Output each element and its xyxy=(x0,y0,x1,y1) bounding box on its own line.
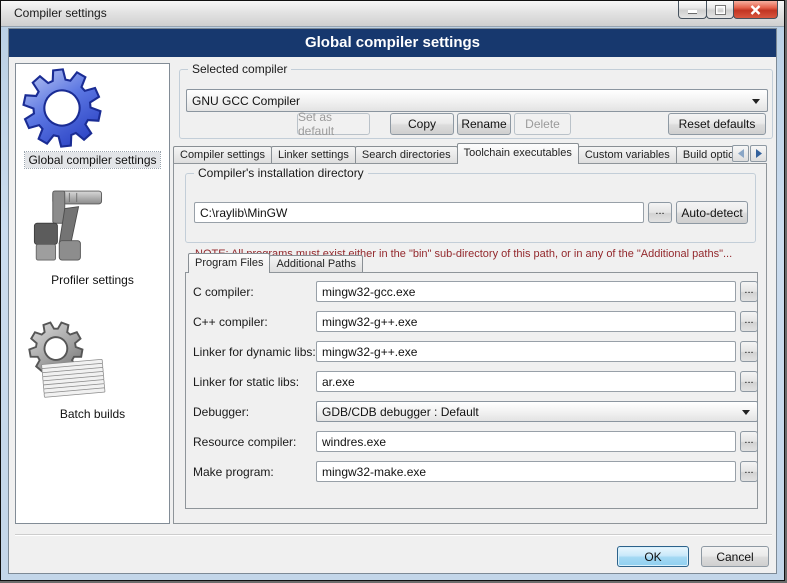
sidebar-item-label: Global compiler settings xyxy=(25,152,159,168)
field-label-make-program: Make program: xyxy=(193,465,274,479)
field-label-linker-for-static-libs: Linker for static libs: xyxy=(193,375,299,389)
tab-scroll-left-button[interactable] xyxy=(732,145,749,162)
titlebar[interactable]: Compiler settings xyxy=(1,1,785,27)
close-icon xyxy=(750,5,761,15)
browse-button[interactable]: ... xyxy=(740,341,758,362)
install-path-browse-button[interactable]: ... xyxy=(648,202,672,223)
toolchain-field-row: C++ compiler: mingw32-g++.exe ... xyxy=(9,311,776,333)
c-compiler-field[interactable]: mingw32-g++.exe xyxy=(316,311,736,332)
main-tabstrip: Compiler settingsLinker settingsSearch d… xyxy=(173,143,733,164)
toolchain-field-row: Resource compiler: windres.exe ... xyxy=(9,431,776,453)
compiler-select[interactable]: GNU GCC Compiler xyxy=(186,89,768,112)
tab-search-directories[interactable]: Search directories xyxy=(355,146,458,163)
footer-divider xyxy=(15,534,772,536)
field-label-resource-compiler: Resource compiler: xyxy=(193,435,296,449)
tab-compiler-settings[interactable]: Compiler settings xyxy=(173,146,272,163)
arrow-right-icon xyxy=(755,149,763,158)
auto-detect-button[interactable]: Auto-detect xyxy=(676,201,748,224)
delete-button[interactable]: Delete xyxy=(514,113,571,135)
toolchain-field-row: Debugger: GDB/CDB debugger : Default xyxy=(9,401,776,423)
close-button[interactable] xyxy=(733,0,778,19)
browse-button[interactable]: ... xyxy=(740,461,758,482)
debugger-select[interactable]: GDB/CDB debugger : Default xyxy=(316,401,758,422)
browse-button[interactable]: ... xyxy=(740,371,758,392)
toolchain-field-row: Make program: mingw32-make.exe ... xyxy=(9,461,776,483)
selected-compiler-label: Selected compiler xyxy=(188,62,291,76)
selected-compiler-group: Selected compiler GNU GCC Compiler Set a… xyxy=(179,69,773,139)
make-program-field[interactable]: mingw32-make.exe xyxy=(316,461,736,482)
minimize-button[interactable] xyxy=(678,0,707,19)
chevron-down-icon xyxy=(752,99,760,104)
toolchain-field-row: C compiler: mingw32-gcc.exe ... xyxy=(9,281,776,303)
window-title: Compiler settings xyxy=(14,6,107,20)
c-compiler-field[interactable]: mingw32-gcc.exe xyxy=(316,281,736,302)
maximize-button[interactable] xyxy=(706,0,734,19)
ok-button[interactable]: OK xyxy=(617,546,689,567)
program-files-tabstrip: Program FilesAdditional Paths xyxy=(188,253,488,273)
maximize-icon xyxy=(715,5,726,15)
install-path-value: C:\raylib\MinGW xyxy=(200,206,287,220)
compiler-select-value: GNU GCC Compiler xyxy=(192,94,300,108)
sidebar-item-global-compiler-settings[interactable]: Global compiler settings xyxy=(16,66,169,178)
cancel-button[interactable]: Cancel xyxy=(701,546,769,567)
window-controls xyxy=(679,0,778,19)
install-path-field[interactable]: C:\raylib\MinGW xyxy=(194,202,644,223)
copy-button[interactable]: Copy xyxy=(390,113,454,135)
linker-for-static-libs-field[interactable]: ar.exe xyxy=(316,371,736,392)
blue-gear-icon xyxy=(16,66,169,150)
tab-linker-settings[interactable]: Linker settings xyxy=(271,146,356,163)
subtab-additional-paths[interactable]: Additional Paths xyxy=(269,255,363,272)
tab-toolchain-executables[interactable]: Toolchain executables xyxy=(457,143,579,164)
subtab-program-files[interactable]: Program Files xyxy=(188,253,270,273)
dialog-client-area: Global compiler settings Global compiler… xyxy=(8,28,777,574)
field-label-c-compiler: C compiler: xyxy=(193,285,254,299)
chevron-down-icon xyxy=(742,410,750,415)
browse-button[interactable]: ... xyxy=(740,431,758,452)
field-label-linker-for-dynamic-libs: Linker for dynamic libs: xyxy=(193,345,316,359)
compiler-settings-dialog: Compiler settings Global compiler settin… xyxy=(0,0,785,581)
reset-defaults-button[interactable]: Reset defaults xyxy=(668,113,766,135)
minimize-icon xyxy=(687,5,698,14)
tab-build-options[interactable]: Build options xyxy=(676,146,733,163)
toolchain-field-row: Linker for dynamic libs: mingw32-g++.exe… xyxy=(9,341,776,363)
browse-button[interactable]: ... xyxy=(740,311,758,332)
arrow-left-icon xyxy=(737,149,745,158)
dialog-header: Global compiler settings xyxy=(9,29,776,57)
set-as-default-button[interactable]: Set as default xyxy=(297,113,370,135)
rename-button[interactable]: Rename xyxy=(457,113,511,135)
field-label-debugger: Debugger: xyxy=(193,405,249,419)
install-dir-group: Compiler's installation directory C:\ray… xyxy=(185,173,756,243)
tab-scroll-right-button[interactable] xyxy=(750,145,767,162)
toolchain-field-row: Linker for static libs: ar.exe ... xyxy=(9,371,776,393)
page-title: Global compiler settings xyxy=(9,29,776,57)
install-dir-label: Compiler's installation directory xyxy=(194,166,368,180)
resource-compiler-field[interactable]: windres.exe xyxy=(316,431,736,452)
browse-button[interactable]: ... xyxy=(740,281,758,302)
field-label-c-compiler: C++ compiler: xyxy=(193,315,268,329)
tab-custom-variables[interactable]: Custom variables xyxy=(578,146,677,163)
linker-for-dynamic-libs-field[interactable]: mingw32-g++.exe xyxy=(316,341,736,362)
caliper-icon xyxy=(16,186,169,270)
